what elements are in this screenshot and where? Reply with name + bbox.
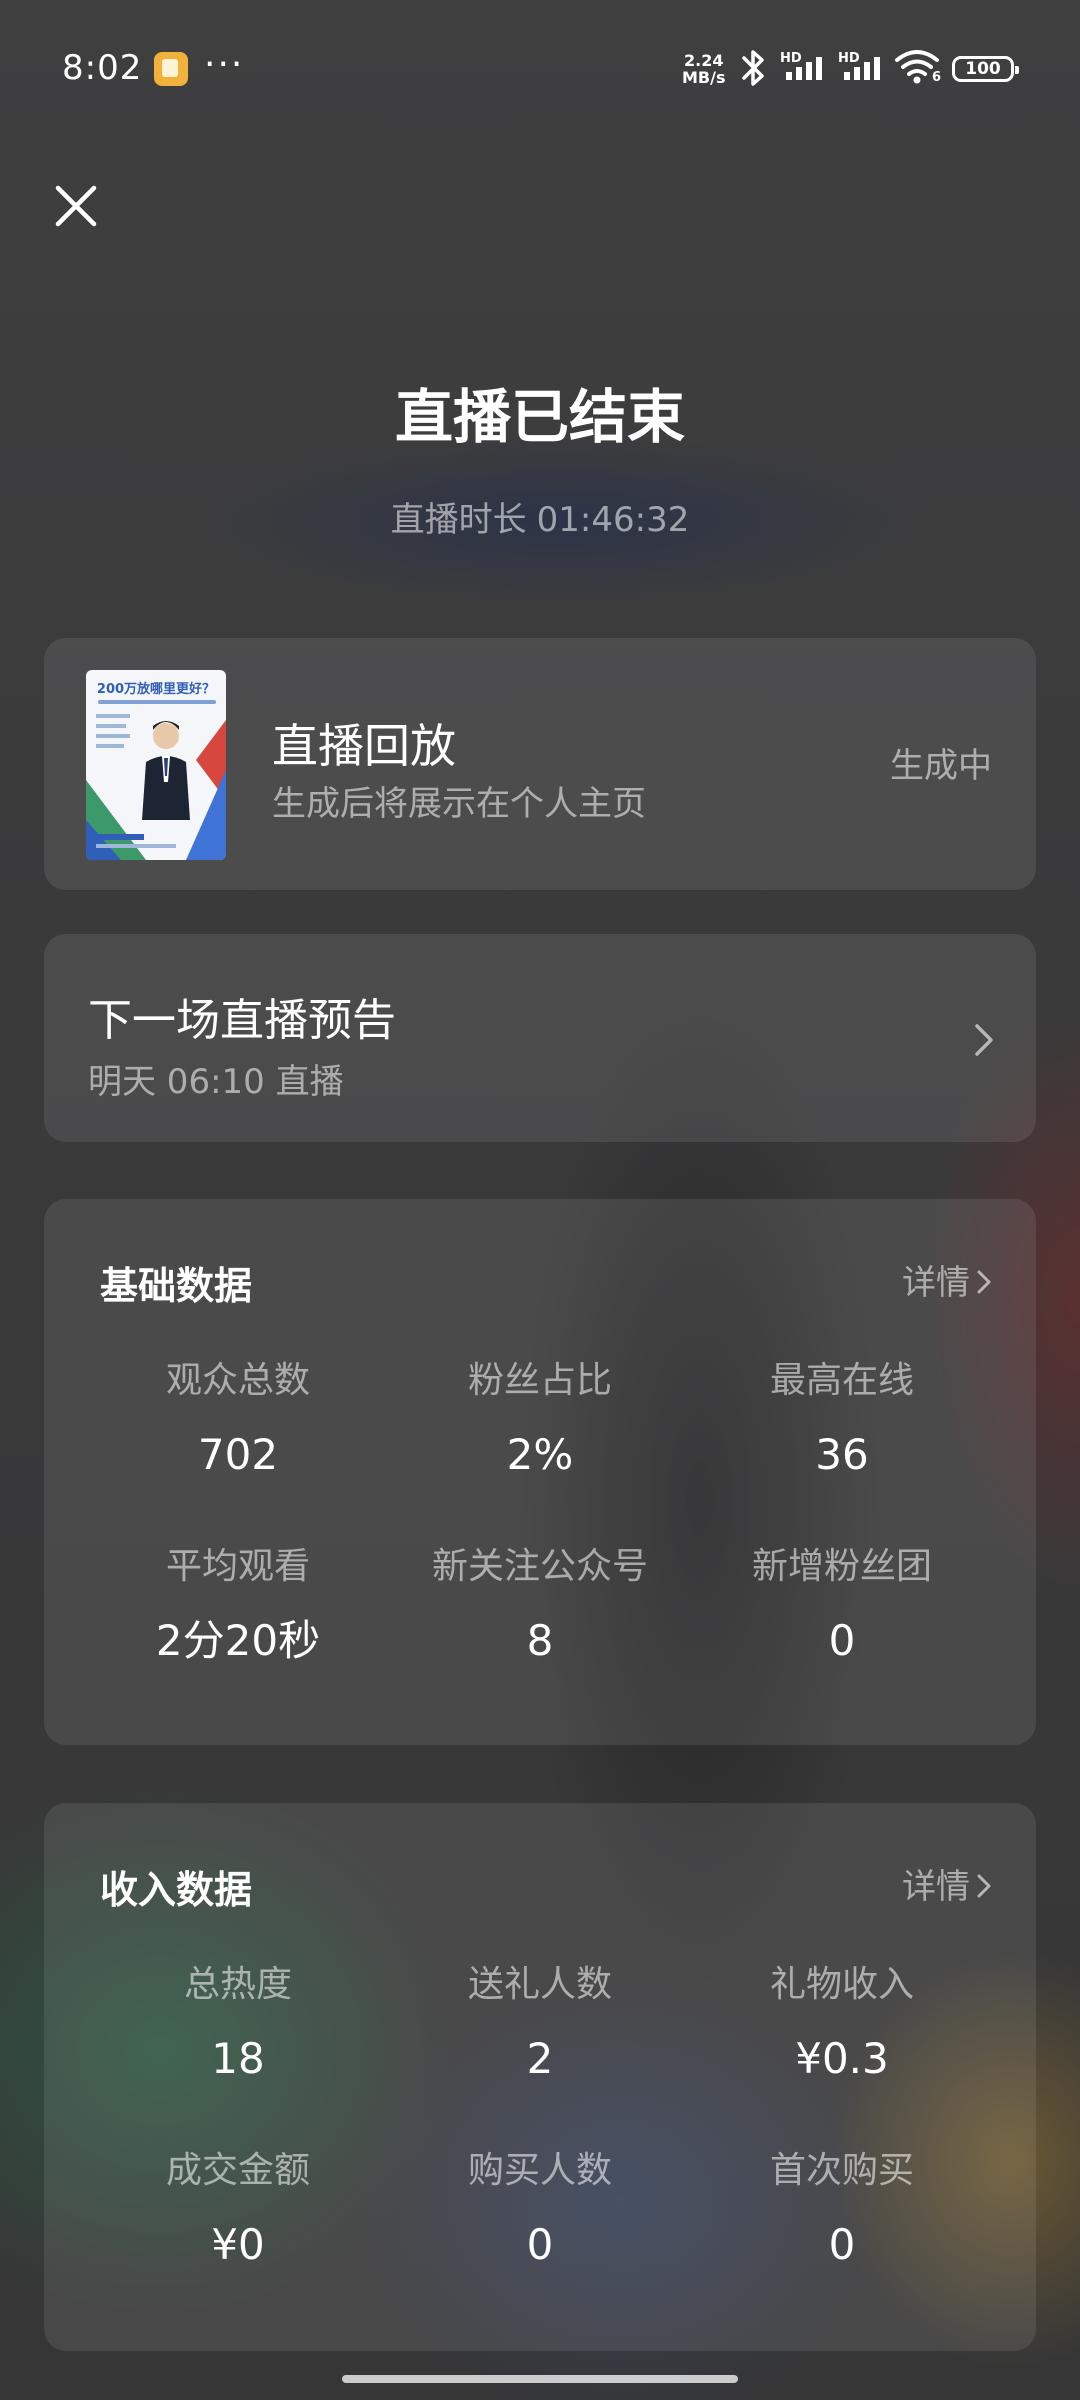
stat-item: 送礼人数 2 [389,1961,691,2085]
stat-value: 0 [828,1616,856,1665]
next-live-title: 下一场直播预告 [88,995,396,1046]
stat-item: 新关注公众号 8 [389,1543,691,1667]
income-data-card: 收入数据 详情 总热度 18 送礼人数 2 礼物收入 ¥0.3 成交金额 ¥0 … [44,1803,1036,2351]
stat-label: 成交金额 [165,2150,310,2191]
wifi-label: 6 [932,70,942,85]
stat-item: 首次购买 0 [691,2147,993,2271]
stat-value: 2% [506,1430,574,1479]
page-title: 直播已结束 [394,383,685,451]
duration-value: 01:46:32 [536,500,690,540]
stat-value: 36 [815,1430,869,1479]
stat-item: 新增粉丝团 0 [691,1543,993,1667]
battery-icon: 100 [952,56,1019,82]
stat-value: 18 [211,2034,265,2083]
stat-value: 2 [526,2034,554,2083]
replay-thumbnail: 200万放哪里更好？ [86,670,226,860]
duration-label: 直播时长 [390,500,527,540]
stat-value: 702 [197,1430,279,1479]
basic-data-grid: 观众总数 702 粉丝占比 2% 最高在线 36 平均观看 2分20秒 新关注公… [44,1357,1036,1667]
replay-title: 直播回放 [272,719,456,773]
income-data-title: 收入数据 [100,1868,253,1912]
stat-item: 成交金额 ¥0 [87,2147,389,2271]
chevron-right-icon [977,1270,991,1293]
notes-app-icon [154,52,188,86]
stat-item: 粉丝占比 2% [389,1357,691,1481]
stat-label: 总热度 [183,1964,292,2005]
stat-value: ¥0 [211,2220,265,2269]
basic-data-title: 基础数据 [100,1264,253,1308]
chevron-right-icon [977,1874,991,1897]
chevron-right-icon [975,1024,993,1056]
status-time: 8:02 [62,48,143,88]
stat-item: 最高在线 36 [691,1357,993,1481]
network-speed-unit: MB/s [682,68,726,87]
stat-label: 首次购买 [769,2150,914,2191]
income-data-details-link[interactable]: 详情 [902,1859,992,1908]
replay-subtitle: 生成后将展示在个人主页 [272,784,646,824]
stat-label: 礼物收入 [769,1964,914,2005]
stat-value: 0 [828,2220,856,2269]
stat-label: 观众总数 [165,1360,310,1401]
stat-label: 粉丝占比 [467,1360,612,1401]
basic-data-details-link[interactable]: 详情 [902,1255,992,1304]
signal-2: HD [838,46,880,80]
status-bar: 8:02 ··· 2.24 MB/s HD HD 6 100 [0,0,1080,140]
replay-card[interactable]: 200万放哪里更好？ 直播回放 生成后将展示在个人主页 生成中 [44,638,1036,890]
stat-label: 送礼人数 [467,1964,612,2005]
stat-label: 新增粉丝团 [751,1546,932,1587]
stat-item: 观众总数 702 [87,1357,389,1481]
income-data-grid: 总热度 18 送礼人数 2 礼物收入 ¥0.3 成交金额 ¥0 购买人数 0 首… [44,1961,1036,2271]
cellular-signal-icon [786,57,822,80]
more-notifications-icon: ··· [204,44,245,85]
stat-label: 新关注公众号 [431,1546,648,1587]
close-icon [55,185,97,227]
stat-label: 最高在线 [769,1360,914,1401]
thumbnail-graphic [86,714,226,860]
close-button[interactable] [50,180,102,232]
network-speed: 2.24 MB/s [682,52,725,86]
stat-value: 8 [526,1616,554,1665]
stat-value: 2分20秒 [155,1616,321,1665]
replay-status: 生成中 [890,746,992,786]
stat-label: 购买人数 [467,2150,612,2191]
stat-value: ¥0.3 [795,2034,889,2083]
details-label: 详情 [902,1867,970,1907]
basic-data-card: 基础数据 详情 观众总数 702 粉丝占比 2% 最高在线 36 平均观看 2分… [44,1199,1036,1745]
next-live-time: 明天 06:10 直播 [88,1062,344,1102]
stat-item: 购买人数 0 [389,2147,691,2271]
stat-item: 礼物收入 ¥0.3 [691,1961,993,2085]
cellular-signal-icon [844,57,880,80]
next-live-card[interactable]: 下一场直播预告 明天 06:10 直播 [44,934,1036,1142]
live-duration: 直播时长 01:46:32 [0,492,1080,541]
bluetooth-icon [742,50,764,86]
stat-item: 平均观看 2分20秒 [87,1543,389,1667]
home-indicator[interactable] [342,2375,738,2383]
network-speed-value: 2.24 [684,51,724,70]
stat-item: 总热度 18 [87,1961,389,2085]
signal-1: HD [780,46,822,80]
stat-label: 平均观看 [165,1546,310,1587]
wifi: 6 [894,48,942,88]
details-label: 详情 [902,1263,970,1303]
stat-value: 0 [526,2220,554,2269]
